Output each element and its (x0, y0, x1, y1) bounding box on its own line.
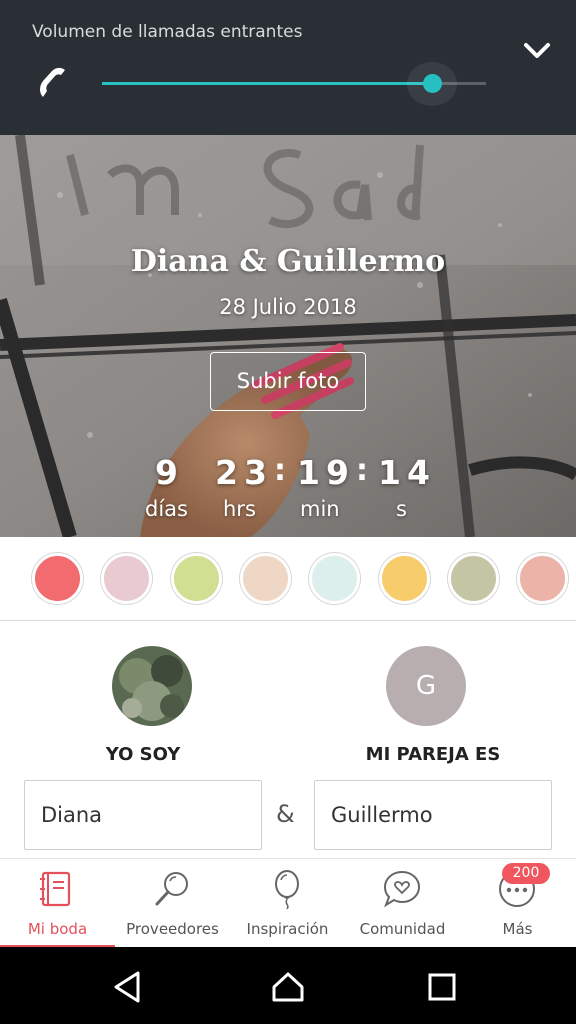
color-palette (0, 537, 576, 621)
wedding-book-icon (40, 871, 71, 907)
couple-names: Diana & Guillermo (130, 244, 446, 279)
ampersand: & (276, 800, 295, 828)
color-swatch[interactable] (447, 553, 499, 604)
color-swatch[interactable] (101, 553, 153, 604)
countdown-days-label: días (145, 497, 188, 521)
more-badge: 200 (502, 863, 550, 884)
balloon-icon (275, 870, 299, 909)
color-swatch[interactable] (32, 553, 83, 604)
system-nav-bar (0, 947, 576, 1024)
my-name-field[interactable]: Diana (24, 780, 262, 850)
chevron-down-icon[interactable] (520, 36, 554, 64)
color-swatch[interactable] (309, 553, 361, 604)
color-swatch[interactable] (170, 553, 222, 604)
tab-label: Inspiración (246, 920, 329, 938)
tab-label: Mi boda (27, 920, 88, 938)
tab-inspiracion[interactable]: Inspiración (230, 859, 345, 948)
tab-label: Proveedores (126, 920, 219, 938)
chat-heart-icon (383, 870, 421, 908)
volume-title: Volumen de llamadas entrantes (32, 22, 303, 42)
my-avatar[interactable] (112, 646, 192, 726)
bottom-tab-bar: Mi boda Proveedores Inspiración Comunida… (0, 858, 576, 948)
slider-fill (102, 82, 433, 85)
volume-slider[interactable] (102, 62, 486, 106)
countdown-days: 9 (155, 453, 184, 492)
hero-banner: Diana & Guillermo 28 Julio 2018 Subir fo… (0, 135, 576, 537)
me-label: YO SOY (105, 744, 181, 765)
back-icon[interactable] (110, 969, 146, 1005)
partner-avatar[interactable]: G (386, 646, 466, 726)
wedding-date: 28 Julio 2018 (219, 295, 357, 319)
tab-mi-boda[interactable]: Mi boda (0, 859, 115, 948)
hero-photo (0, 135, 576, 537)
color-swatch[interactable] (239, 553, 291, 604)
phone-icon (40, 67, 65, 97)
recents-icon[interactable] (424, 969, 460, 1005)
tab-label: Comunidad (359, 920, 446, 938)
tab-proveedores[interactable]: Proveedores (115, 859, 230, 948)
partner-label: MI PAREJA ES (365, 744, 501, 765)
countdown-minutes: 19 (297, 453, 355, 492)
partner-name-field[interactable]: Guillermo (314, 780, 552, 850)
countdown-hours: 23 (215, 453, 273, 492)
countdown-seconds-label: s (396, 497, 407, 521)
volume-panel: Volumen de llamadas entrantes (0, 0, 576, 135)
countdown-separator: : (274, 453, 286, 488)
color-swatch[interactable] (517, 553, 569, 604)
slider-thumb[interactable] (422, 74, 442, 93)
tab-comunidad[interactable]: Comunidad (345, 859, 460, 948)
countdown-seconds: 14 (378, 453, 436, 492)
countdown-separator: : (356, 453, 368, 488)
tab-label: Más (502, 920, 533, 938)
color-swatch[interactable] (378, 553, 430, 604)
countdown-hours-label: hrs (223, 497, 256, 521)
home-icon[interactable] (270, 969, 306, 1005)
magnifier-icon (155, 872, 188, 906)
upload-photo-button[interactable]: Subir foto (210, 352, 366, 411)
countdown-minutes-label: min (300, 497, 340, 521)
avatar-photo (112, 646, 192, 726)
